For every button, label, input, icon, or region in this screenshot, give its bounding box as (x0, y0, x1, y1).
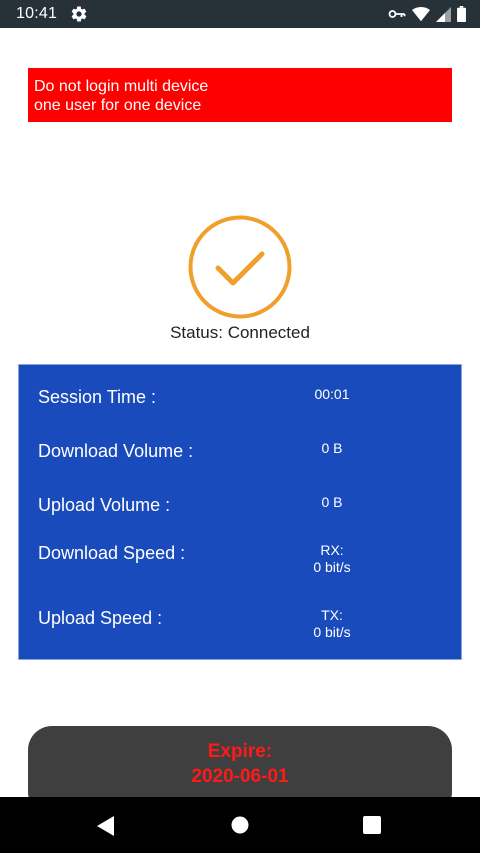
upload-volume-value: 0 B (321, 494, 343, 510)
session-time-value: 00:01 (314, 386, 350, 402)
wifi-icon (412, 6, 430, 21)
home-icon[interactable] (231, 816, 249, 834)
download-volume-label: Download Volume : (38, 441, 194, 461)
rx-value: 0 bit/s (313, 559, 351, 575)
download-speed-label: Download Speed : (38, 543, 186, 563)
recents-icon[interactable] (363, 816, 381, 834)
download-volume-value: 0 B (321, 440, 343, 456)
cell-signal-icon (436, 6, 451, 22)
upload-speed-value: TX: 0 bit/s (279, 607, 385, 641)
status-bar: 10:41 (0, 0, 480, 28)
connected-check-icon (188, 215, 292, 319)
expire-date: 2020-06-01 (191, 766, 289, 787)
connection-status: Status: Connected (170, 323, 310, 342)
upload-volume-label: Upload Volume : (38, 495, 171, 515)
connection-info-panel: Session Time : 00:01 Download Volume : 0… (18, 364, 462, 660)
tx-value: 0 bit/s (313, 624, 351, 640)
battery-icon (457, 6, 466, 22)
vpn-key-icon (388, 10, 406, 18)
clock-time: 10:41 (16, 5, 58, 22)
status-icons (388, 6, 466, 22)
warning-line-1: Do not login multi device (34, 78, 209, 95)
settings-gear-icon (71, 6, 87, 22)
navigation-bar (0, 797, 480, 853)
session-time-label: Session Time : (38, 387, 157, 407)
warning-banner: Do not login multi device one user for o… (28, 68, 452, 122)
tx-prefix: TX: (321, 607, 343, 623)
warning-line-2: one user for one device (34, 97, 202, 114)
expire-label: Expire: (207, 741, 273, 762)
upload-speed-label: Upload Speed : (38, 608, 163, 628)
rx-prefix: RX: (320, 542, 344, 558)
back-icon[interactable] (97, 816, 115, 836)
download-speed-value: RX: 0 bit/s (279, 542, 385, 576)
